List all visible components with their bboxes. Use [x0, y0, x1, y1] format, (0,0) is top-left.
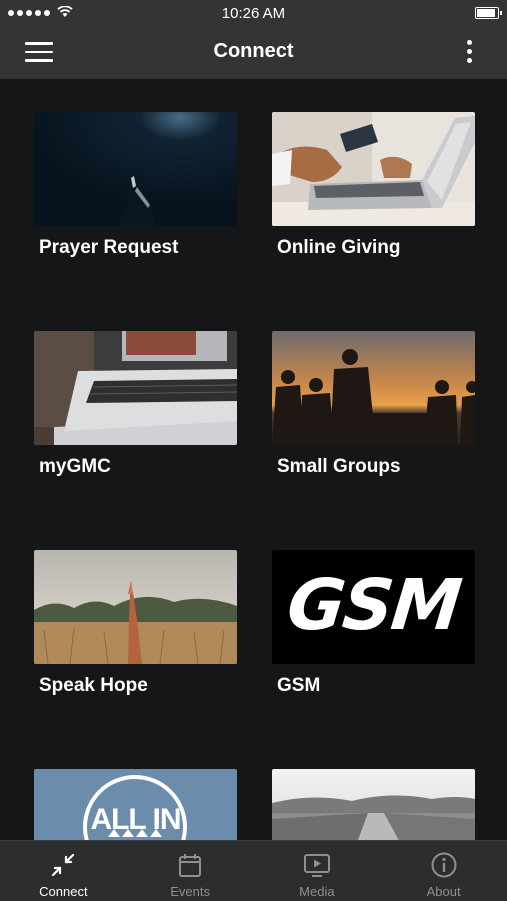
tile-label: Speak Hope [39, 675, 148, 696]
tile-small-groups[interactable]: Small Groups [272, 331, 475, 478]
connect-grid: Prayer Request Online Giving myGMC Small… [0, 79, 507, 840]
tab-label: Media [299, 884, 335, 899]
small-groups-image [272, 331, 475, 445]
page-title: Connect [213, 40, 294, 62]
tile-label: Online Giving [277, 237, 401, 258]
tile-label: Prayer Request [39, 237, 179, 258]
tab-bar: Connect Events Media About [0, 840, 507, 901]
tile-prayer-request[interactable]: Prayer Request [34, 112, 237, 259]
tile-gsm[interactable]: GSM GSM [272, 550, 475, 697]
gsm-image: GSM [272, 550, 475, 664]
tile-speak-hope[interactable]: Speak Hope [34, 550, 237, 697]
mygmc-image [34, 331, 237, 445]
battery-icon [475, 7, 502, 19]
navigation-bar: Connect [0, 26, 507, 79]
speak-hope-image [34, 550, 237, 664]
prayer-request-image [34, 112, 237, 226]
tile-label: GSM [277, 675, 321, 696]
tab-media[interactable]: Media [254, 841, 381, 901]
tile-road[interactable] [272, 769, 475, 840]
tile-online-giving[interactable]: Online Giving [272, 112, 475, 259]
tab-events[interactable]: Events [127, 841, 254, 901]
tile-all-in[interactable]: ALL IN [34, 769, 237, 840]
status-time: 10:26 AM [221, 5, 286, 22]
more-vertical-icon[interactable] [467, 40, 473, 66]
tile-label: Small Groups [277, 456, 401, 477]
all-in-logo-text: ALL IN [90, 803, 181, 836]
all-in-image: ALL IN [34, 769, 237, 840]
status-bar: 10:26 AM [0, 0, 507, 26]
tab-connect[interactable]: Connect [0, 841, 127, 901]
road-image [272, 769, 475, 840]
tab-label: Events [170, 884, 210, 899]
tab-label: About [426, 884, 461, 899]
online-giving-image [272, 112, 475, 226]
calendar-icon [179, 854, 202, 877]
tab-label: Connect [39, 884, 88, 899]
tile-label: myGMC [39, 456, 111, 477]
tab-about[interactable]: About [380, 841, 507, 901]
media-icon [303, 854, 330, 877]
gsm-logo: GSM [283, 564, 464, 646]
info-icon [431, 852, 457, 878]
connect-icon [52, 853, 75, 877]
tile-mygmc[interactable]: myGMC [34, 331, 237, 478]
